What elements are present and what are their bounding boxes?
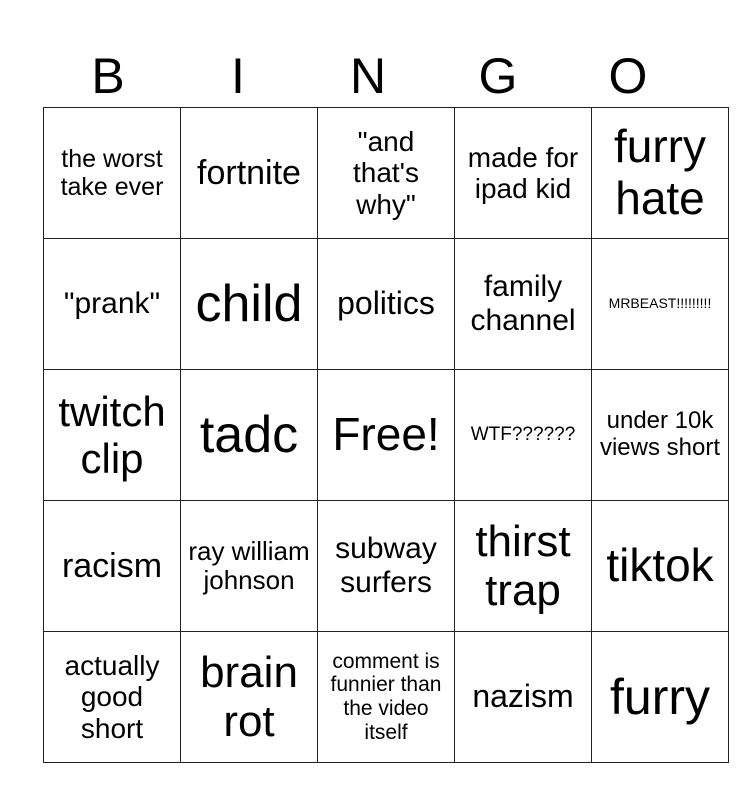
bingo-header: B I N G O [43,48,693,104]
bingo-row: twitch clip tadc Free! WTF?????? under 10k v… [43,369,729,501]
bingo-cell[interactable]: the worst take ever [43,107,181,239]
header-letter: G [478,48,518,104]
header-letter: O [608,48,648,104]
bingo-cell[interactable]: under 10k views short [591,369,729,501]
bingo-row: racism ray william johnson subway surfers t… [43,500,729,632]
bingo-cell[interactable]: racism [43,500,181,632]
bingo-cell[interactable]: actually good short [43,631,181,763]
bingo-cell[interactable]: WTF?????? [454,369,592,501]
bingo-cell[interactable]: politics [317,238,455,370]
header-letter: B [91,48,125,104]
bingo-cell[interactable]: brain rot [180,631,318,763]
bingo-row: "prank" child politics family channel MRBEAS… [43,238,729,370]
bingo-cell[interactable]: MRBEAST!!!!!!!!! [591,238,729,370]
bingo-cell[interactable]: tiktok [591,500,729,632]
bingo-cell[interactable]: made for ipad kid [454,107,592,239]
bingo-cell[interactable]: child [180,238,318,370]
bingo-cell[interactable]: family channel [454,238,592,370]
bingo-cell[interactable]: "prank" [43,238,181,370]
bingo-cell[interactable]: furry hate [591,107,729,239]
bingo-cell[interactable]: "and that's why" [317,107,455,239]
bingo-row: actually good short brain rot comment is f… [43,631,729,763]
bingo-cell[interactable]: thirst trap [454,500,592,632]
header-letter: N [349,48,387,104]
bingo-cell[interactable]: fortnite [180,107,318,239]
bingo-grid: the worst take ever fortnite "and that's w… [43,107,729,763]
bingo-cell[interactable]: tadc [180,369,318,501]
header-letter: I [231,48,245,104]
bingo-cell[interactable]: nazism [454,631,592,763]
bingo-cell[interactable]: furry [591,631,729,763]
bingo-cell[interactable]: subway surfers [317,500,455,632]
bingo-row: the worst take ever fortnite "and that's w… [43,107,729,239]
bingo-cell[interactable]: Free! [317,369,455,501]
bingo-cell[interactable]: twitch clip [43,369,181,501]
bingo-cell[interactable]: comment is funnier than the video itself [317,631,455,763]
bingo-cell[interactable]: ray william johnson [180,500,318,632]
